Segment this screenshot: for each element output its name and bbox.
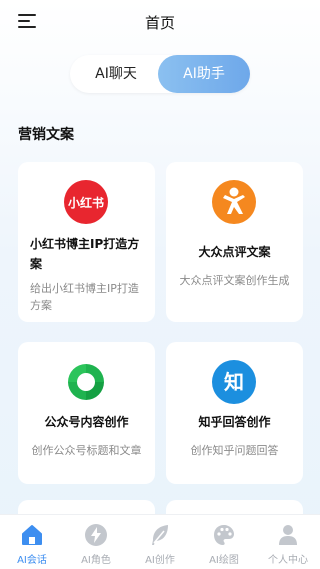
card-title: 大众点评文案 xyxy=(198,245,271,259)
dianping-logo-icon xyxy=(212,180,256,224)
card-desc: 创作公众号标题和文章 xyxy=(31,444,142,457)
home-icon xyxy=(22,525,42,545)
card-title: 公众号内容创作 xyxy=(44,415,129,429)
card-title: 知乎回答创作 xyxy=(198,415,271,429)
card-title: 小红书博主IP打造方案 xyxy=(30,237,140,271)
tab-label: 个人中心 xyxy=(268,555,308,566)
tab-label: AI创作 xyxy=(145,555,175,566)
card-desc: 大众点评文案创作生成 xyxy=(179,274,290,287)
xiaohongshu-logo-icon: 小红书 xyxy=(64,180,108,224)
svg-text:知: 知 xyxy=(224,370,244,394)
tab-ai-assistant[interactable]: AI助手 xyxy=(158,55,250,93)
card-desc: 给出小红书博主IP打造方案 xyxy=(30,282,139,312)
section-title: 营销文案 xyxy=(18,127,74,143)
palette-icon xyxy=(214,525,234,545)
wechat-official-account-icon xyxy=(64,360,108,404)
lightning-icon xyxy=(85,524,107,546)
card-wechat-official[interactable]: 公众号内容创作 创作公众号标题和文章 xyxy=(18,342,155,484)
tab-ai-session[interactable]: AI会话 xyxy=(0,515,64,569)
bottom-tab-bar: AI会话 AI角色 AI创作 AI绘图 个人中心 xyxy=(0,514,320,569)
tab-label: AI角色 xyxy=(81,555,111,566)
card-desc: 创作知乎问题回答 xyxy=(190,444,279,457)
top-bar: 首页 xyxy=(0,0,320,44)
page-title: 首页 xyxy=(144,14,175,32)
tab-profile[interactable]: 个人中心 xyxy=(256,515,320,569)
svg-text:小红书: 小红书 xyxy=(68,195,104,210)
user-icon xyxy=(279,525,297,545)
card-dianping[interactable]: 大众点评文案 大众点评文案创作生成 xyxy=(166,162,303,322)
card-zhihu[interactable]: 知 知乎回答创作 创作知乎问题回答 xyxy=(166,342,303,484)
tab-ai-role[interactable]: AI角色 xyxy=(64,515,128,569)
tab-ai-create[interactable]: AI创作 xyxy=(128,515,192,569)
tab-ai-chat[interactable]: AI聊天 xyxy=(70,55,162,93)
feather-icon xyxy=(152,525,168,545)
tab-label: AI会话 xyxy=(17,555,47,566)
zhihu-logo-icon: 知 xyxy=(212,360,256,404)
card-xiaohongshu[interactable]: 小红书 小红书博主IP打造方案 给出小红书博主IP打造方案 xyxy=(18,162,155,322)
tab-label: AI绘图 xyxy=(209,555,239,566)
mode-switch: AI聊天 AI助手 xyxy=(70,55,250,93)
tab-ai-draw[interactable]: AI绘图 xyxy=(192,515,256,569)
